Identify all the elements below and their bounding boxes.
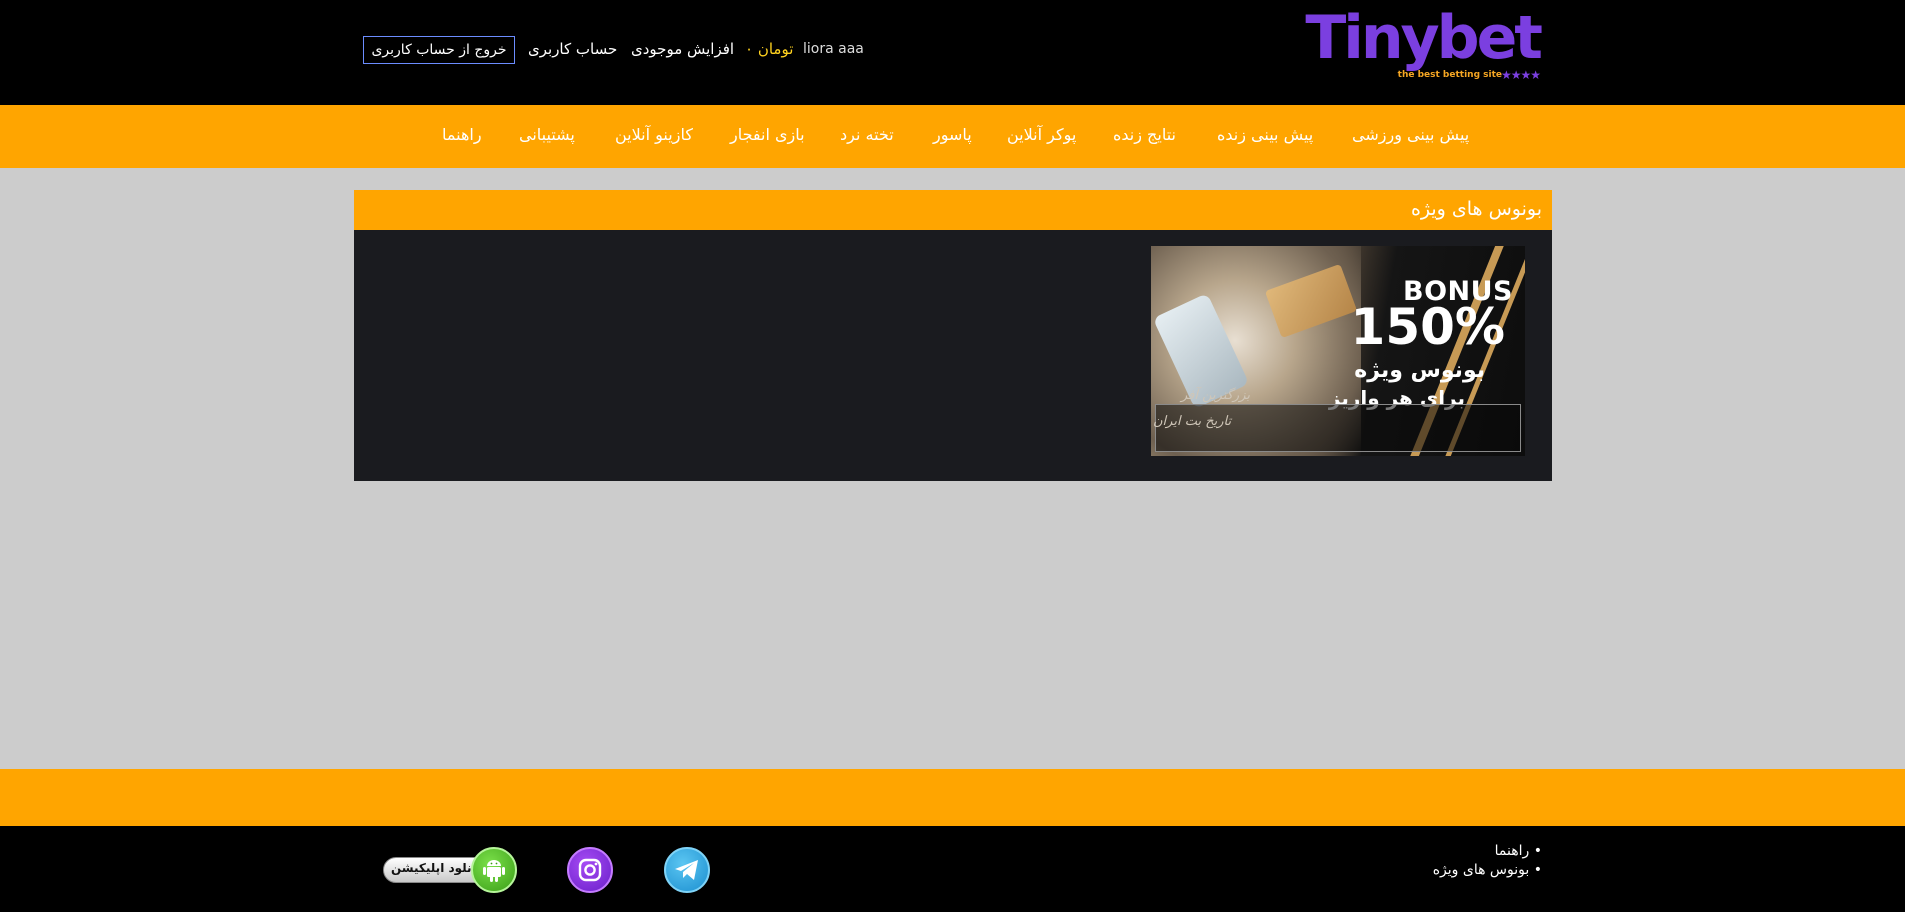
android-icon (471, 847, 517, 893)
balance-display: تومان ۰ (745, 40, 794, 58)
nav-item-live-results[interactable]: نتایج زنده (1113, 125, 1176, 144)
logout-button[interactable]: خروج از حساب کاربری (363, 36, 515, 64)
footer-links: راهنما بونوس های ویژه (1433, 842, 1542, 880)
banner-caption-top: بزرگترین آفر (1181, 388, 1250, 403)
nav-item-online-casino[interactable]: کازینو آنلاین (615, 125, 693, 144)
banner-caption-bottom: تاریخ بت ایران (1153, 414, 1232, 429)
nav-item-sports-betting[interactable]: پیش بینی ورزشی (1352, 125, 1469, 144)
top-header: Tinybet the best betting site ★★★★ liora… (0, 0, 1905, 105)
logo-tagline: the best betting site (1397, 70, 1502, 80)
site-logo[interactable]: Tinybet the best betting site ★★★★ (1305, 8, 1543, 84)
footer-link-guide[interactable]: راهنما (1433, 842, 1542, 861)
user-name: liora aaa (803, 41, 864, 57)
section-title: بونوس های ویژه (1410, 198, 1542, 220)
nav-item-pasur[interactable]: پاسور (933, 125, 972, 144)
instagram-icon[interactable] (567, 847, 613, 893)
footer: راهنما بونوس های ویژه (0, 826, 1905, 912)
section-header: بونوس های ویژه (354, 190, 1552, 230)
nav-item-support[interactable]: پشتیبانی (519, 125, 575, 144)
nav-item-live-betting[interactable]: پیش بینی زنده (1217, 125, 1313, 144)
nav-item-guide[interactable]: راهنما (442, 125, 482, 144)
footer-link-bonuses[interactable]: بونوس های ویژه (1433, 861, 1542, 880)
banner-headline: بونوس ویژه (1354, 358, 1485, 383)
download-app-label: دانلود اپلیکیشن (391, 861, 482, 875)
nav-item-crash-game[interactable]: بازی انفجار (730, 125, 805, 144)
telegram-icon[interactable] (664, 847, 710, 893)
deposit-link[interactable]: افزایش موجودی (631, 36, 734, 62)
main-nav: پیش بینی ورزشی پیش بینی زنده نتایج زنده … (0, 105, 1905, 168)
bonus-banner[interactable]: BONUS 150% بونوس ویژه برای هر واریز بزرگ… (1151, 246, 1525, 456)
banner-bonus-percent: 150% (1350, 298, 1505, 356)
nav-item-online-poker[interactable]: پوکر آنلاین (1007, 125, 1076, 144)
footer-band (0, 769, 1905, 826)
account-link[interactable]: حساب کاربری (528, 36, 617, 62)
logo-stars: ★★★★ (1500, 68, 1541, 82)
nav-item-backgammon[interactable]: تخته نرد (840, 125, 894, 144)
logo-wordmark: Tinybet (1305, 3, 1543, 73)
download-app-button[interactable]: دانلود اپلیکیشن (383, 847, 518, 893)
